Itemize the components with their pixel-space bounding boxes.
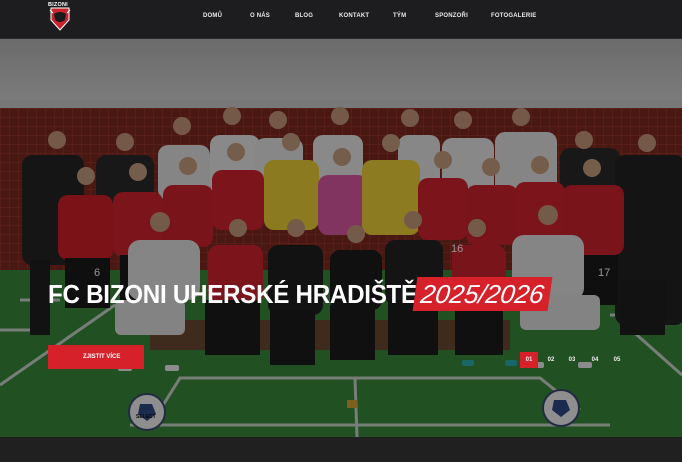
team-photo: 6 16 17 SELECT bbox=[0, 38, 682, 437]
slide-dot-4[interactable]: 04 bbox=[586, 352, 604, 368]
learn-more-button[interactable]: ZJISTIT VÍCE bbox=[48, 345, 144, 369]
club-title: FC BIZONI UHERSKÉ HRADIŠTĚ bbox=[48, 278, 417, 309]
hero-section: 6 16 17 SELECT bbox=[0, 0, 682, 437]
nav-item-tym[interactable]: TÝM bbox=[393, 13, 406, 19]
slide-dot-3[interactable]: 03 bbox=[563, 352, 581, 368]
nav-item-o-nas[interactable]: O NÁS bbox=[250, 13, 270, 19]
hero-headline: FC BIZONI UHERSKÉ HRADIŠTĚ 2025/2026 bbox=[48, 276, 553, 312]
nav-item-blog[interactable]: BLOG bbox=[295, 13, 313, 19]
slide-dot-2[interactable]: 02 bbox=[542, 352, 560, 368]
logo-text: BIZONI bbox=[48, 2, 68, 8]
nav-item-domu[interactable]: DOMŮ bbox=[203, 13, 222, 19]
nav-item-sponzori[interactable]: SPONZOŘI bbox=[435, 13, 468, 19]
bottom-strip bbox=[0, 437, 682, 462]
bizoni-logo[interactable]: BIZONI bbox=[46, 2, 74, 32]
nav-item-kontakt[interactable]: KONTAKT bbox=[339, 13, 369, 19]
top-navbar: BIZONI DOMŮ O NÁS BLOG KONTAKT TÝM SPONZ… bbox=[0, 0, 682, 39]
nav-item-fotogalerie[interactable]: FOTOGALERIE bbox=[491, 13, 536, 19]
slide-dot-1[interactable]: 01 bbox=[520, 352, 538, 368]
slide-dot-5[interactable]: 05 bbox=[608, 352, 626, 368]
season-badge: 2025/2026 bbox=[412, 277, 553, 311]
